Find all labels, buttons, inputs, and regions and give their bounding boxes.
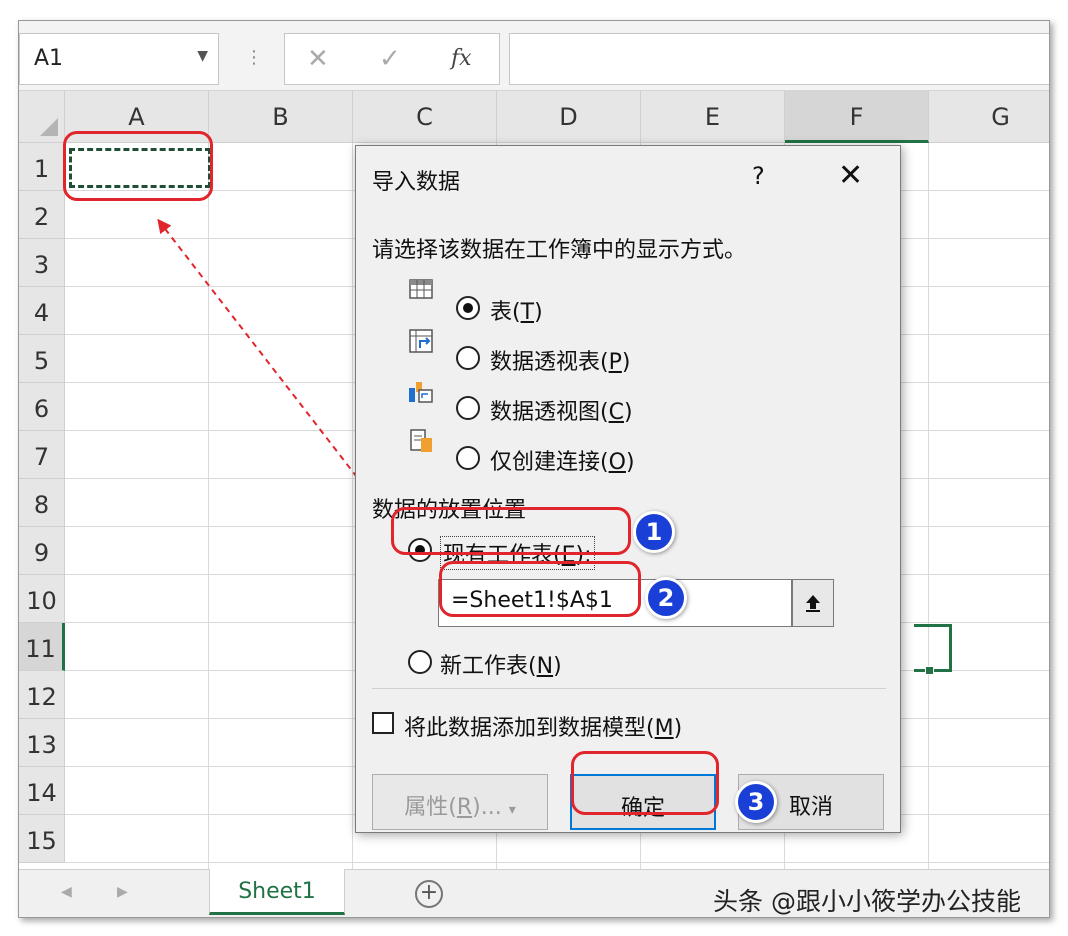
- option-new-sheet-label[interactable]: 新工作表(N): [440, 648, 562, 680]
- radio-new-sheet[interactable]: [408, 650, 432, 674]
- import-data-dialog: 导入数据 ? ✕ 请选择该数据在工作簿中的显示方式。 表(T) 数据透视表(P): [355, 145, 901, 833]
- connection-only-icon: [410, 429, 432, 452]
- option-connection-only-label[interactable]: 仅创建连接(O): [490, 444, 635, 476]
- annotation-highlight-ok: [571, 751, 719, 815]
- option-pivot-chart-label[interactable]: 数据透视图(C): [490, 394, 633, 426]
- display-prompt: 请选择该数据在工作簿中的显示方式。: [372, 238, 747, 263]
- step-badge-2: 2: [645, 577, 687, 619]
- option-pivot-table-label[interactable]: 数据透视表(P): [490, 344, 630, 376]
- dialog-separator: [372, 688, 886, 689]
- chevron-down-icon: ▾: [508, 802, 516, 818]
- help-icon[interactable]: ?: [752, 162, 765, 190]
- close-icon[interactable]: ✕: [838, 158, 863, 193]
- properties-button[interactable]: 属性(R)... ▾: [372, 774, 548, 830]
- annotation-highlight-reference: [439, 561, 641, 617]
- data-model-label[interactable]: 将此数据添加到数据模型(M): [404, 710, 682, 742]
- step-badge-1: 1: [633, 511, 675, 553]
- pivot-table-icon: [409, 329, 433, 353]
- step-badge-3: 3: [735, 781, 777, 823]
- radio-connection-only[interactable]: [456, 446, 480, 470]
- upload-arrow-icon: [806, 595, 820, 612]
- pivot-chart-icon: [409, 382, 433, 403]
- dialog-title: 导入数据: [372, 170, 461, 195]
- collapse-dialog-button[interactable]: [792, 579, 834, 627]
- option-table-label[interactable]: 表(T): [490, 294, 543, 326]
- excel-window: A1 ▼ ⋮ ✕ ✓ fx A B C D E F G 1 2 3 4 5 6 …: [18, 20, 1050, 918]
- radio-pivot-table[interactable]: [456, 346, 480, 370]
- annotation-highlight-existing-sheet: [391, 507, 631, 555]
- radio-pivot-chart[interactable]: [456, 396, 480, 420]
- radio-table[interactable]: [456, 296, 480, 320]
- table-icon: [409, 279, 433, 299]
- data-model-checkbox[interactable]: [372, 712, 394, 734]
